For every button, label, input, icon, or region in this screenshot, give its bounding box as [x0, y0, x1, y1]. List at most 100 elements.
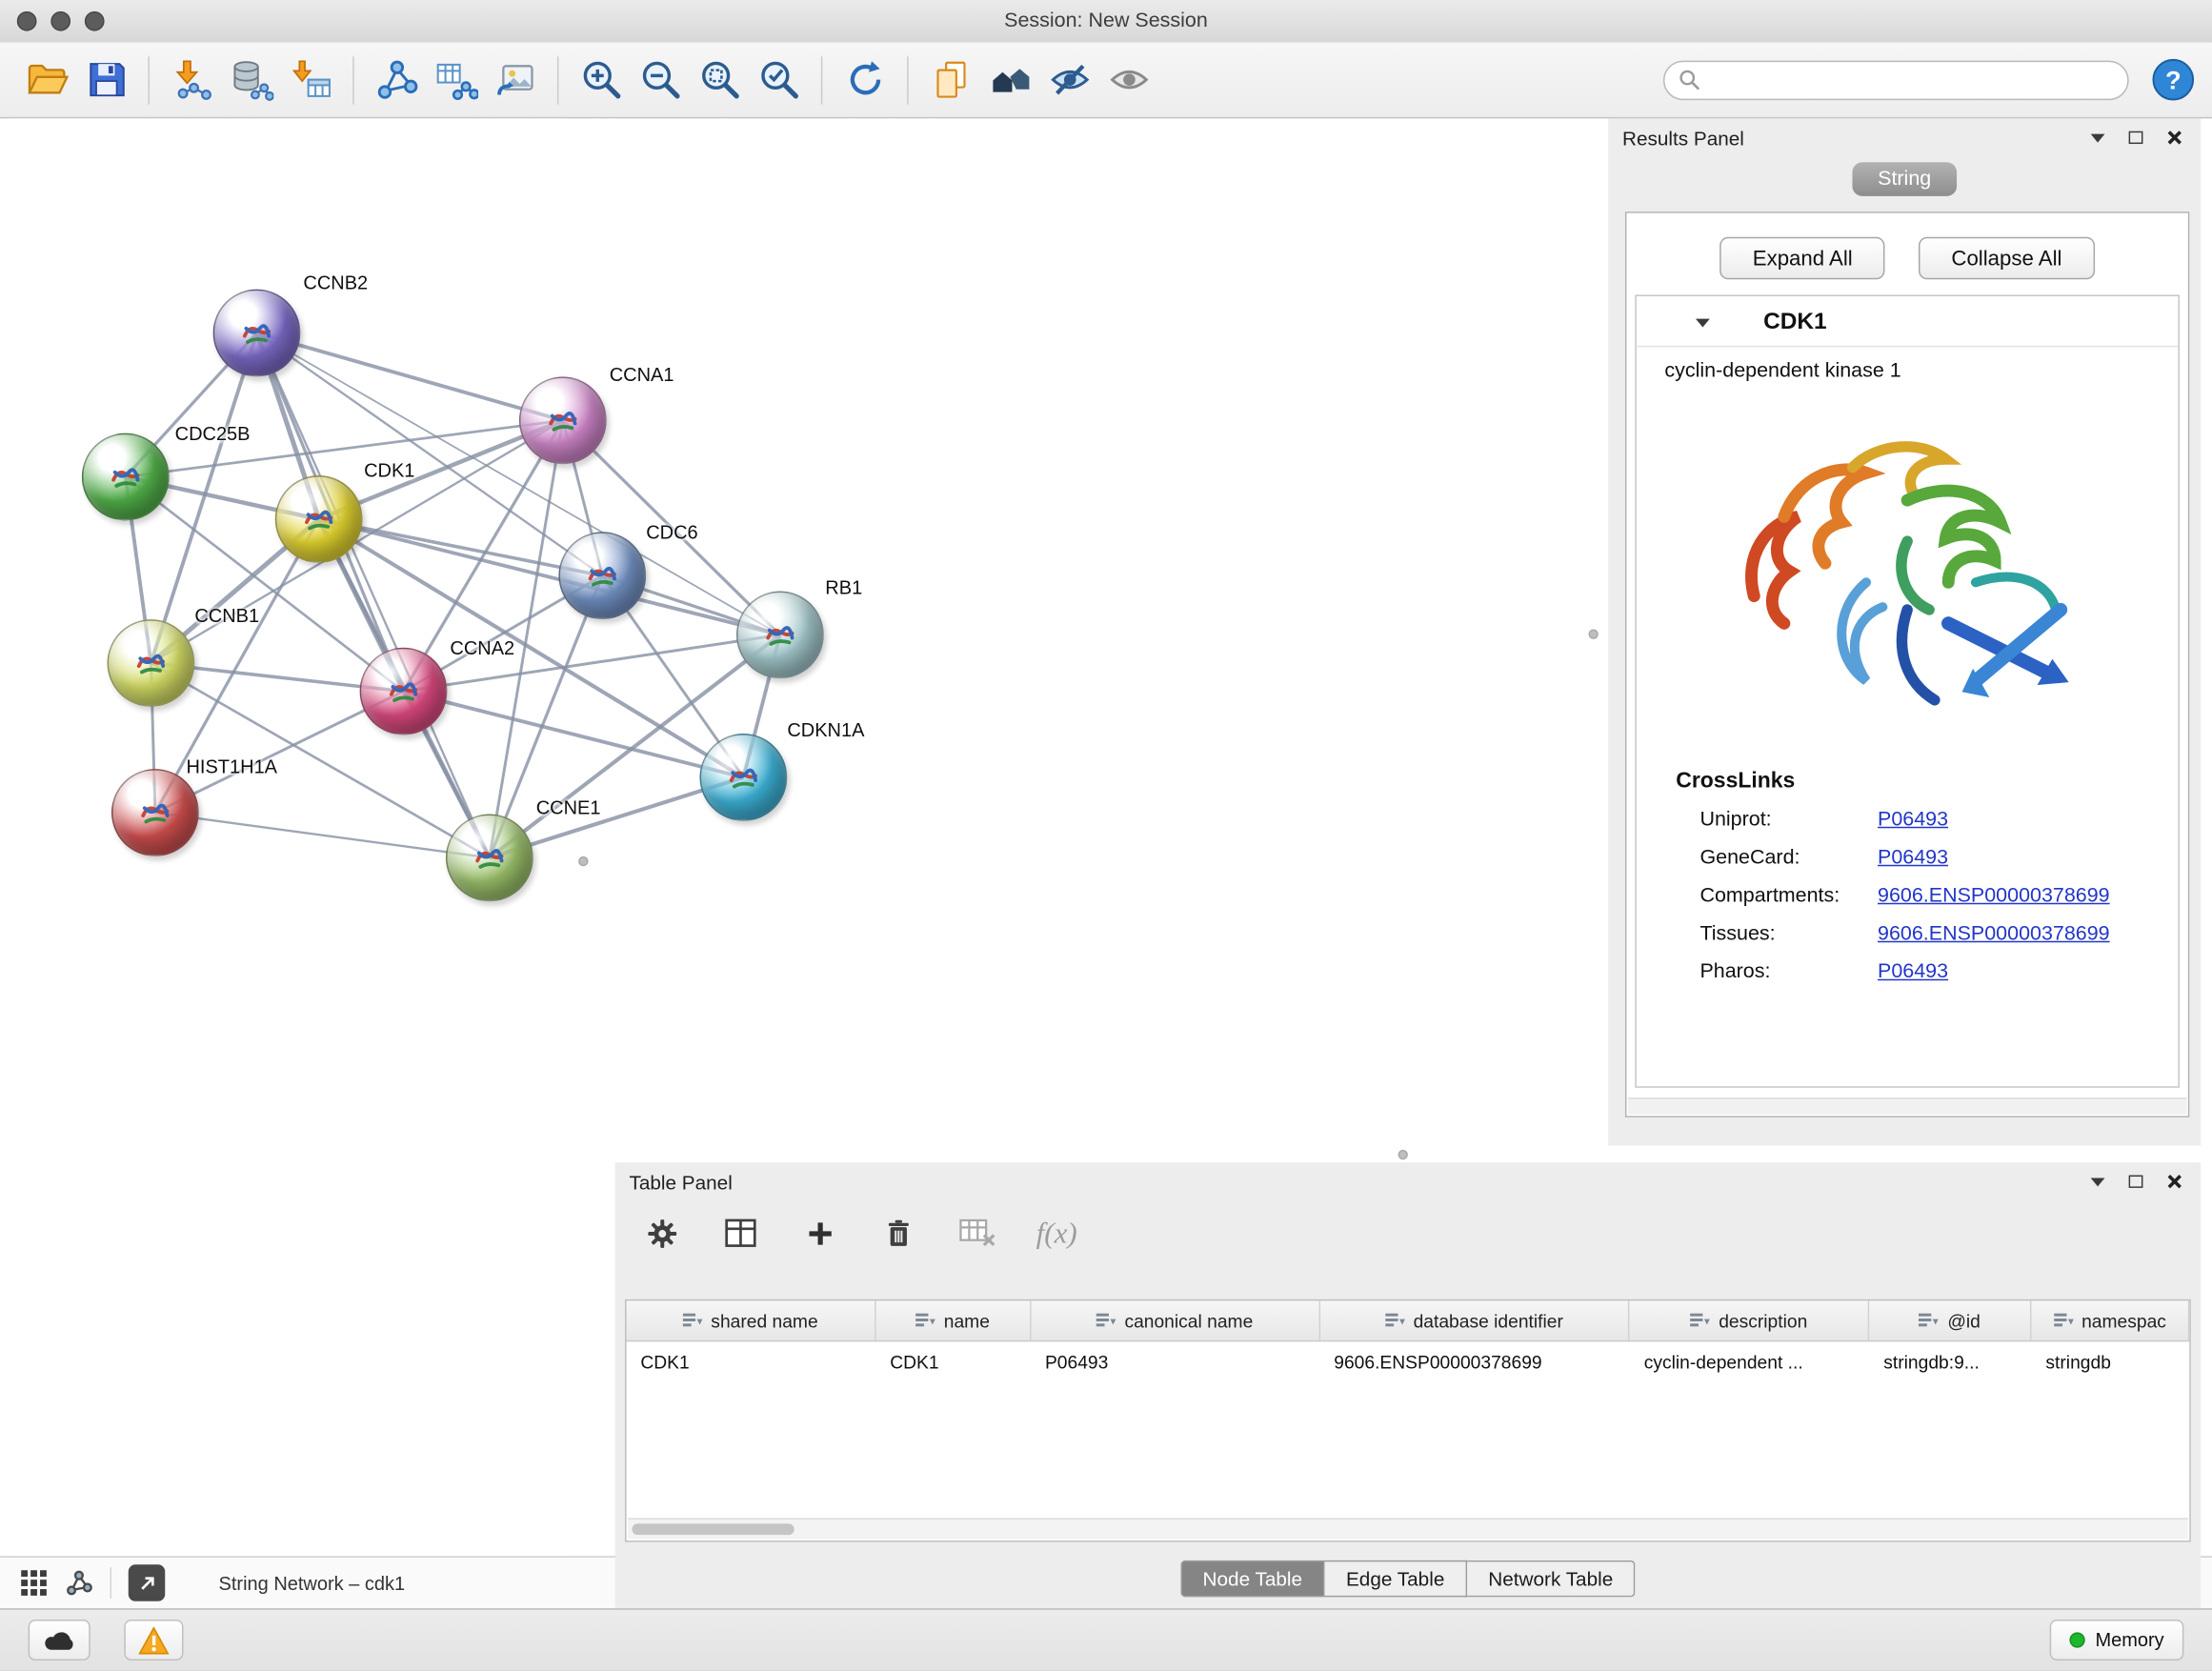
tab-edge-table[interactable]: Edge Table	[1325, 1560, 1467, 1598]
plus-icon	[805, 1218, 835, 1248]
protein-ribbon-thumbnail-icon	[134, 792, 176, 834]
grid-view-icon[interactable]	[20, 1569, 49, 1598]
tab-string[interactable]: String	[1852, 162, 1956, 196]
node-label-CDK1: CDK1	[364, 460, 414, 481]
import-network-from-file-button[interactable]	[162, 49, 221, 111]
column-header-id[interactable]: @id	[1869, 1300, 2031, 1339]
cell-canonical-name[interactable]: P06493	[1031, 1351, 1319, 1372]
collapse-all-button[interactable]: Collapse All	[1919, 237, 2094, 279]
cell-id[interactable]: stringdb:9...	[1869, 1351, 2031, 1372]
cell-name[interactable]: CDK1	[875, 1351, 1031, 1372]
panel-menu-caret-icon[interactable]	[2091, 1178, 2105, 1186]
edge-CDK1-RB1[interactable]	[319, 519, 780, 634]
node-HIST1H1A[interactable]	[111, 769, 199, 856]
warnings-button[interactable]	[124, 1620, 183, 1661]
title-bar[interactable]: Session: New Session	[0, 0, 2212, 44]
scrollbar-thumb[interactable]	[632, 1523, 794, 1535]
table-tabs: Node TableEdge TableNetwork Table	[615, 1560, 2201, 1598]
function-builder-button[interactable]: f(x)	[1036, 1212, 1077, 1254]
export-image-button[interactable]	[485, 49, 544, 111]
cell-namespac[interactable]: stringdb	[2032, 1351, 2190, 1372]
delete-table-button[interactable]	[956, 1212, 998, 1254]
delete-column-button[interactable]	[877, 1212, 919, 1254]
network-edges-layer	[0, 118, 976, 1090]
tab-network-table[interactable]: Network Table	[1467, 1560, 1636, 1598]
table-horizontal-scrollbar[interactable]	[628, 1518, 2188, 1539]
crosslink-value-link[interactable]: P06493	[1878, 960, 1948, 983]
crosslink-value-link[interactable]: 9606.ENSP00000378699	[1878, 884, 2110, 907]
duplicate-network-button[interactable]	[921, 49, 980, 111]
crosslink-value-link[interactable]: P06493	[1878, 846, 1948, 869]
zoom-out-button[interactable]	[631, 49, 690, 111]
table-settings-button[interactable]	[640, 1212, 682, 1254]
zoom-selected-button[interactable]	[749, 49, 808, 111]
node-CCNA1[interactable]	[519, 376, 607, 464]
splitter-handle[interactable]	[578, 856, 588, 866]
search-input[interactable]	[1708, 68, 2113, 91]
edge-CCNB2-CCNE1[interactable]	[257, 332, 490, 857]
cloud-icon	[42, 1628, 76, 1652]
close-panel-icon[interactable]	[2167, 130, 2182, 145]
node-CDC25B[interactable]	[82, 433, 170, 521]
table-row[interactable]: CDK1CDK1P064939606.ENSP00000378699cyclin…	[627, 1341, 2190, 1380]
node-RB1[interactable]	[736, 591, 824, 678]
open-in-browser-button[interactable]	[129, 1564, 166, 1601]
memory-button[interactable]: Memory	[2050, 1620, 2183, 1661]
crosslink-value-link[interactable]: 9606.ENSP00000378699	[1878, 922, 2110, 945]
crosslink-row-compartments: Compartments:9606.ENSP00000378699	[1637, 876, 2179, 915]
panel-menu-caret-icon[interactable]	[2091, 133, 2105, 142]
refresh-icon	[843, 58, 887, 102]
column-header-description[interactable]: description	[1630, 1300, 1870, 1339]
crosslink-value-link[interactable]: P06493	[1878, 808, 1948, 831]
hide-selected-button[interactable]	[1039, 49, 1098, 111]
node-CCNB2[interactable]	[213, 290, 301, 377]
results-panel: Results Panel String Expand All Collapse…	[1608, 118, 2201, 1145]
show-all-button[interactable]	[1099, 49, 1158, 111]
float-panel-icon[interactable]	[2129, 131, 2143, 144]
results-horizontal-scrollbar[interactable]	[1628, 1097, 2186, 1115]
column-header-shared-name[interactable]: shared name	[627, 1300, 876, 1339]
import-table-from-file-button[interactable]	[281, 49, 340, 111]
column-header-namespac[interactable]: namespac	[2032, 1300, 2190, 1339]
network-overview-icon[interactable]	[65, 1569, 93, 1598]
zoom-in-button[interactable]	[572, 49, 631, 111]
column-header-canonical-name[interactable]: canonical name	[1031, 1300, 1319, 1339]
column-header-database-identifier[interactable]: database identifier	[1319, 1300, 1629, 1339]
node-result-header[interactable]: CDK1	[1637, 296, 2179, 347]
memory-label: Memory	[2095, 1629, 2163, 1650]
new-network-button[interactable]	[367, 49, 426, 111]
node-CCNB1[interactable]	[108, 619, 195, 707]
float-panel-icon[interactable]	[2129, 1176, 2143, 1188]
collapse-entry-caret-icon[interactable]	[1696, 318, 1710, 327]
node-CDK1[interactable]	[275, 475, 363, 563]
splitter-handle[interactable]	[1398, 1150, 1408, 1159]
network-from-table-button[interactable]	[426, 49, 485, 111]
node-CCNA2[interactable]	[360, 648, 448, 735]
node-CCNE1[interactable]	[446, 814, 533, 901]
network-view: CCNB2CCNA1CDC25BCDK1CDC6RB1CCNB1CCNA2CDK…	[0, 118, 979, 1145]
cloud-status-button[interactable]	[29, 1620, 90, 1661]
tab-node-table[interactable]: Node Table	[1180, 1560, 1325, 1598]
cell-shared-name[interactable]: CDK1	[627, 1351, 876, 1372]
cell-description[interactable]: cyclin-dependent ...	[1630, 1351, 1870, 1372]
import-network-from-database-button[interactable]	[221, 49, 280, 111]
splitter-handle[interactable]	[1588, 629, 1598, 638]
node-CDC6[interactable]	[558, 532, 646, 619]
cell-database-identifier[interactable]: 9606.ENSP00000378699	[1319, 1351, 1629, 1372]
show-columns-button[interactable]	[719, 1212, 761, 1254]
save-session-button[interactable]	[76, 49, 135, 111]
help-button[interactable]: ?	[2151, 58, 2195, 102]
node-CDKN1A[interactable]	[700, 734, 788, 821]
expand-all-button[interactable]: Expand All	[1720, 237, 1885, 279]
open-session-button[interactable]	[17, 49, 76, 111]
zoom-fit-button[interactable]	[690, 49, 749, 111]
edge-CCNB2-CCNA1[interactable]	[257, 332, 563, 420]
protein-ribbon-thumbnail-icon	[469, 836, 511, 878]
close-panel-icon[interactable]	[2167, 1174, 2182, 1189]
home-button[interactable]	[980, 49, 1039, 111]
search-icon	[1679, 70, 1699, 91]
column-header-name[interactable]: name	[875, 1300, 1031, 1339]
refresh-view-button[interactable]	[835, 49, 895, 111]
edge-HIST1H1A-CCNE1[interactable]	[155, 813, 490, 857]
add-column-button[interactable]	[798, 1212, 840, 1254]
